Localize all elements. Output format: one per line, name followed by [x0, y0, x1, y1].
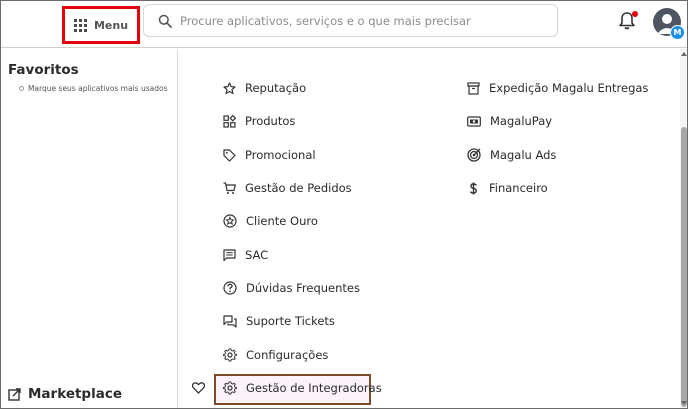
- gear-icon: [223, 348, 237, 362]
- menu-item-label: Financeiro: [489, 181, 548, 195]
- cart-icon: [223, 181, 236, 194]
- badge-star-icon: [223, 214, 237, 228]
- menu-item-magalupay[interactable]: MagaluPay: [467, 114, 552, 128]
- favorites-hint: Marque seus aplicativos mais usados: [19, 84, 167, 93]
- menu-button[interactable]: Menu: [62, 6, 140, 44]
- menu-item-label: Configurações: [246, 348, 329, 362]
- menu-item-label: Dúvidas Frequentes: [246, 281, 360, 295]
- notifications-button[interactable]: [618, 11, 638, 31]
- menu-item-label: Reputação: [245, 81, 307, 95]
- menu-item-sac[interactable]: SAC: [223, 248, 268, 262]
- menu-item-reputacao[interactable]: Reputação: [223, 81, 306, 95]
- scrollbar-thumb[interactable]: [681, 127, 687, 407]
- menu-item-label: Promocional: [245, 148, 316, 162]
- app-window: Menu M Favoritos: [0, 0, 688, 409]
- scroll-up-arrow-icon[interactable]: [681, 52, 687, 56]
- bullet-icon: [19, 86, 24, 91]
- menu-item-label: Gestão de Integradoras: [246, 381, 382, 395]
- menu-item-suporte-tickets[interactable]: Suporte Tickets: [223, 314, 335, 328]
- favorites-title: Favoritos: [8, 62, 79, 78]
- menu-label: Menu: [93, 18, 129, 32]
- menu-item-promocional[interactable]: Promocional: [223, 148, 316, 162]
- tag-icon: [223, 148, 236, 162]
- menu-item-configuracoes[interactable]: Configurações: [223, 348, 328, 362]
- external-link-icon: [8, 387, 21, 401]
- help-icon: [223, 281, 237, 295]
- favorites-hint-text: Marque seus aplicativos mais usados: [28, 84, 168, 93]
- payment-icon: [467, 115, 481, 127]
- scroll-down-arrow-icon[interactable]: [681, 401, 687, 405]
- menu-item-financeiro[interactable]: Financeiro: [467, 181, 548, 195]
- menu-item-label: Magalu Ads: [490, 148, 557, 162]
- menu-item-cliente-ouro[interactable]: Cliente Ouro: [223, 214, 318, 228]
- menu-item-gestao-de-pedidos[interactable]: Gestão de Pedidos: [223, 181, 352, 195]
- menu-item-label: Produtos: [245, 114, 296, 128]
- marketplace-section-title[interactable]: Marketplace: [8, 386, 122, 402]
- menu-item-duvidas-frequentes[interactable]: Dúvidas Frequentes: [223, 281, 360, 295]
- forum-icon: [223, 314, 237, 328]
- search-bar[interactable]: [143, 4, 558, 37]
- chat-icon: [223, 248, 236, 261]
- heart-icon[interactable]: [192, 382, 205, 394]
- menu-item-expedicao-magalu-entregas[interactable]: Expedição Magalu Entregas: [467, 81, 648, 95]
- dollar-icon: [469, 182, 477, 194]
- menu-item-label: SAC: [245, 248, 269, 262]
- notification-dot: [632, 11, 638, 17]
- sidebar: Favoritos Marque seus aplicativos mais u…: [1, 49, 178, 408]
- grid-icon: [73, 18, 87, 32]
- menu-item-label: Suporte Tickets: [246, 314, 335, 328]
- menu-item-gestao-de-integradoras[interactable]: Gestão de Integradoras: [223, 381, 382, 395]
- menu-item-label: MagaluPay: [490, 114, 553, 128]
- menu-item-magalu-ads[interactable]: Magalu Ads: [467, 148, 556, 162]
- target-icon: [467, 148, 481, 162]
- search-input[interactable]: [180, 13, 540, 28]
- apps-icon: [223, 114, 236, 128]
- gear-icon: [223, 381, 237, 395]
- avatar-badge: M: [670, 25, 685, 40]
- menu-item-label: Gestão de Pedidos: [245, 181, 352, 195]
- menu-item-label: Cliente Ouro: [246, 214, 318, 228]
- marketplace-label: Marketplace: [28, 386, 122, 402]
- menu-item-produtos[interactable]: Produtos: [223, 114, 295, 128]
- archive-icon: [467, 81, 480, 95]
- menu-item-label: Expedição Magalu Entregas: [489, 81, 649, 95]
- star-icon: [223, 81, 236, 94]
- search-icon: [158, 14, 172, 28]
- top-bar: Menu M: [1, 1, 687, 48]
